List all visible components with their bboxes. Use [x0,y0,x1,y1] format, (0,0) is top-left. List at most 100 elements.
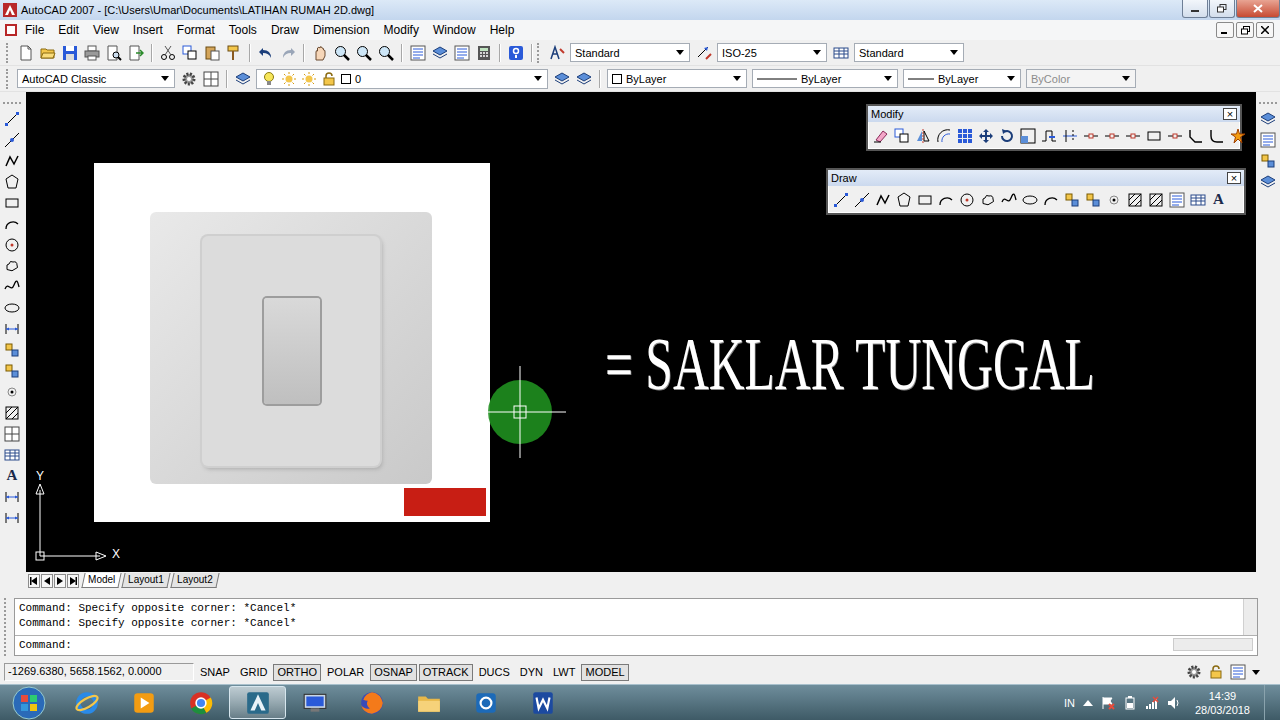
status-toggle[interactable]: GRID [236,664,272,681]
next-tab-button[interactable] [54,574,66,588]
plot-style-dropdown[interactable]: ByColor [1026,69,1136,88]
color-dropdown[interactable]: ByLayer [607,69,747,88]
props-button[interactable] [1166,189,1187,210]
props-button[interactable] [1258,129,1279,150]
layout-tab[interactable]: Model [81,573,121,588]
block-button[interactable] [2,339,23,360]
xline-button[interactable] [851,189,872,210]
start-button[interactable] [0,685,58,720]
lineweight-dropdown[interactable]: ByLayer [903,69,1021,88]
circle-button[interactable] [956,189,977,210]
break-button[interactable] [1101,125,1122,146]
print-button[interactable] [81,42,102,63]
table-button[interactable] [1187,189,1208,210]
show-desktop-button[interactable] [1264,685,1276,720]
command-prompt[interactable]: Command: [15,635,1257,655]
taskbar-app[interactable] [286,686,343,719]
explode-button[interactable] [1227,125,1248,146]
mirror-button[interactable] [912,125,933,146]
match-button[interactable] [223,42,244,63]
menu-item[interactable]: Modify [377,23,426,37]
workspace-dropdown[interactable]: AutoCAD Classic [17,69,175,88]
floating-toolbar-close[interactable]: × [1223,108,1237,120]
status-toggle[interactable]: OSNAP [370,664,417,681]
last-tab-button[interactable] [67,574,79,588]
layer-button[interactable] [573,68,594,89]
calc-button[interactable] [473,42,494,63]
layer-button[interactable] [1258,108,1279,129]
doc-restore-button[interactable] [1236,22,1254,38]
clock[interactable]: 14:3928/03/2018 [1189,689,1256,717]
erase-button[interactable] [870,125,891,146]
layer-dropdown[interactable]: 0 [256,69,548,89]
line-button[interactable] [830,189,851,210]
copy-button[interactable] [179,42,200,63]
menu-item[interactable]: Draw [264,23,306,37]
move-button[interactable] [975,125,996,146]
dimstyle-button[interactable] [693,42,714,63]
doc-minimize-button[interactable] [1216,22,1234,38]
chamfer-button[interactable] [1185,125,1206,146]
menu-item[interactable]: View [86,23,126,37]
taskbar-app[interactable] [514,686,571,719]
close-button[interactable] [1236,0,1280,18]
trim-button[interactable] [1059,125,1080,146]
cut-button[interactable] [157,42,178,63]
status-toggle[interactable]: OTRACK [419,664,473,681]
dim-button[interactable] [2,318,23,339]
floating-toolbar-close[interactable]: × [1227,172,1241,184]
new-button[interactable] [15,42,36,63]
cloud-button[interactable] [977,189,998,210]
text-button[interactable]: A [2,465,23,486]
status-toggle[interactable]: DUCS [475,664,514,681]
rotate-button[interactable] [996,125,1017,146]
toolbar-grip[interactable] [3,102,21,106]
menu-item[interactable]: File [18,23,51,37]
circle-button[interactable] [2,234,23,255]
hatch-button[interactable] [2,402,23,423]
offset-button[interactable] [933,125,954,146]
scale-button[interactable] [1017,125,1038,146]
prev-tab-button[interactable] [41,574,53,588]
arc-button[interactable] [1040,189,1061,210]
status-toggle[interactable]: POLAR [323,664,368,681]
first-tab-button[interactable] [28,574,40,588]
help-button[interactable] [505,42,526,63]
status-toggle[interactable]: DYN [516,664,547,681]
menu-item[interactable]: Insert [126,23,170,37]
annotation-text[interactable]: = SAKLAR TUNGGAL [605,324,1095,405]
toolbar-grip[interactable] [6,43,10,63]
point-button[interactable] [2,381,23,402]
ellipse-button[interactable] [2,297,23,318]
layer-button[interactable] [232,68,253,89]
menu-item[interactable]: Edit [51,23,86,37]
model-canvas[interactable]: = SAKLAR TUNGGALModify×Draw×AYX [26,92,1256,572]
menu-item[interactable]: Window [426,23,483,37]
ellipse-button[interactable] [1019,189,1040,210]
layout-tab[interactable]: Layout1 [122,573,171,588]
doc-close-button[interactable] [1256,22,1274,38]
dim-style-dropdown[interactable]: ISO-25 [717,43,827,62]
toolbar-grip[interactable] [1259,102,1277,106]
rect-button[interactable] [914,189,935,210]
paste-button[interactable] [201,42,222,63]
taskbar-app[interactable] [115,686,172,719]
arc-button[interactable] [935,189,956,210]
menu-item[interactable]: Tools [222,23,264,37]
pline-button[interactable] [872,189,893,210]
floating-toolbar[interactable]: Modify× [866,104,1242,151]
table-button[interactable] [2,444,23,465]
fillet-button[interactable] [1206,125,1227,146]
status-toggle[interactable]: SNAP [196,664,234,681]
undo-button[interactable] [255,42,276,63]
copy-button[interactable] [891,125,912,146]
text-button[interactable]: A [1208,189,1229,210]
props-button[interactable] [451,42,472,63]
block-button[interactable] [2,360,23,381]
text-style-dropdown[interactable]: Standard [570,43,690,62]
zoom-button[interactable] [331,42,352,63]
poly-button[interactable] [893,189,914,210]
taskbar-app[interactable] [343,686,400,719]
status-toggle[interactable]: ORTHO [273,664,321,681]
table-style-dropdown[interactable]: Standard [854,43,964,62]
